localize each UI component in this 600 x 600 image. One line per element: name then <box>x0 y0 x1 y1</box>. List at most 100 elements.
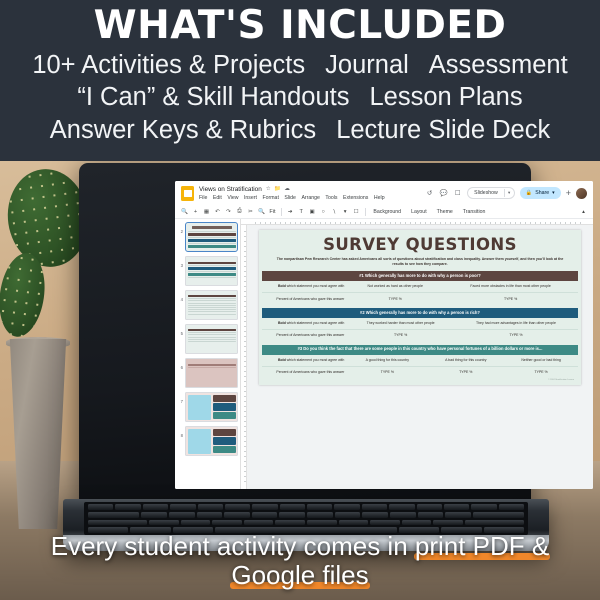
slide-title[interactable]: SURVEY QUESTIONS <box>262 235 578 254</box>
transition-button[interactable]: Transition <box>460 209 489 215</box>
chevron-down-icon[interactable]: ▾ <box>552 190 555 196</box>
version-history-icon[interactable]: ↺ <box>425 189 434 198</box>
comment-add-icon[interactable]: ☐ <box>353 209 360 215</box>
answer-option[interactable]: A good thing for this country <box>347 354 428 367</box>
app-body: 2 3 4 5 6 7 8 SURVEY QUESTIONS The nonpa… <box>175 219 593 489</box>
question-3-table[interactable]: Bold which statement you most agree with… <box>262 354 578 378</box>
shape-icon[interactable]: ○ <box>320 209 327 215</box>
promo-graphic: WHAT'S INCLUDED 10+ Activities & Project… <box>0 0 600 600</box>
question-2-heading[interactable]: #2 Which generally has more to do with w… <box>262 307 578 318</box>
feature-journal: Journal <box>325 50 409 79</box>
header-line-2: “I Can” & Skill Handouts Lesson Plans <box>0 81 600 114</box>
slide-thumbnail[interactable] <box>185 290 238 320</box>
menu-help[interactable]: Help <box>374 195 385 201</box>
select-icon[interactable]: ➔ <box>287 209 294 215</box>
slide-filmstrip[interactable]: 2 3 4 5 6 7 8 <box>175 219 241 489</box>
slideshow-button[interactable]: Slideshow ▾ <box>467 187 515 199</box>
menu-edit[interactable]: Edit <box>213 195 222 201</box>
feature-answer-keys: Answer Keys & Rubrics <box>49 116 317 145</box>
slide-thumbnail[interactable] <box>185 256 238 286</box>
add-slide-icon[interactable]: + <box>192 209 199 215</box>
star-icon[interactable]: ☆ <box>266 186 271 192</box>
slide-thumbnail[interactable] <box>185 392 238 422</box>
percent-input[interactable]: TYPE % <box>427 366 504 378</box>
menu-tools[interactable]: Tools <box>325 195 337 201</box>
menu-format[interactable]: Format <box>262 195 278 201</box>
slide-thumbnail[interactable] <box>185 358 238 388</box>
table-row: Percent of Americans who gave this answe… <box>262 366 578 378</box>
search-icon[interactable]: 🔍 <box>181 209 188 215</box>
slide-intro-text[interactable]: The nonpartisan Pew Research Center has … <box>262 257 578 267</box>
filmstrip-slide-6[interactable]: 6 <box>177 358 238 388</box>
paint-format-icon[interactable]: ✂ <box>247 209 254 215</box>
menu-file[interactable]: File <box>199 195 207 201</box>
line-icon[interactable]: ∖ <box>331 209 338 215</box>
slide-canvas-area[interactable]: SURVEY QUESTIONS The nonpartisan Pew Res… <box>247 225 593 489</box>
percent-input[interactable]: TYPE % <box>347 366 427 378</box>
bold-instruction-rest: which statement you most agree with <box>285 284 345 289</box>
filmstrip-slide-4[interactable]: 4 <box>177 290 238 320</box>
slide-thumbnail[interactable] <box>185 426 238 456</box>
layout-icon[interactable]: ▦ <box>203 209 210 215</box>
filmstrip-slide-8[interactable]: 8 <box>177 426 238 456</box>
undo-icon[interactable]: ↶ <box>214 209 221 215</box>
slide-thumbnail[interactable] <box>185 324 238 354</box>
filmstrip-slide-5[interactable]: 5 <box>177 324 238 354</box>
document-title-row: Views on Stratification ☆ 📁 ☁ <box>199 186 420 193</box>
filmstrip-slide-2[interactable]: 2 <box>177 222 238 252</box>
table-row: Percent of Americans who gave this answe… <box>262 293 578 305</box>
percent-input[interactable]: TYPE % <box>347 330 454 342</box>
bold-instruction-label: Bold which statement you most agree with <box>262 318 348 331</box>
percent-input[interactable]: TYPE % <box>454 330 578 342</box>
question-3-heading[interactable]: #3 Do you think the fact that there are … <box>262 344 578 355</box>
image-icon[interactable]: ▣ <box>309 209 316 215</box>
header-banner: WHAT'S INCLUDED 10+ Activities & Project… <box>0 0 600 161</box>
cloud-saved-icon[interactable]: ☁ <box>284 186 289 192</box>
question-1-table[interactable]: Bold which statement you most agree with… <box>262 281 578 304</box>
slide-number: 3 <box>180 263 183 268</box>
layout-button[interactable]: Layout <box>408 209 430 215</box>
move-to-folder-icon[interactable]: 📁 <box>274 186 281 192</box>
collapse-toolbar-icon[interactable]: ▴ <box>580 209 587 215</box>
current-slide[interactable]: SURVEY QUESTIONS The nonpartisan Pew Res… <box>259 230 581 385</box>
fit-icon[interactable]: Fit <box>269 209 276 215</box>
menu-insert[interactable]: Insert <box>244 195 257 201</box>
meet-icon[interactable]: ☐ <box>453 189 462 198</box>
percent-input[interactable]: TYPE % <box>504 366 578 378</box>
chevron-down-icon[interactable]: ▾ <box>342 209 349 215</box>
menu-arrange[interactable]: Arrange <box>301 195 319 201</box>
filmstrip-slide-3[interactable]: 3 <box>177 256 238 286</box>
filmstrip-slide-7[interactable]: 7 <box>177 392 238 422</box>
text-box-icon[interactable]: T <box>298 209 305 215</box>
percent-input[interactable]: TYPE % <box>347 293 443 305</box>
zoom-icon[interactable]: 🔍 <box>258 209 265 215</box>
menu-slide[interactable]: Slide <box>284 195 296 201</box>
add-icon[interactable]: + <box>566 188 571 198</box>
menu-view[interactable]: View <box>227 195 238 201</box>
answer-option[interactable]: Neither good or bad thing <box>504 354 578 367</box>
answer-option[interactable]: They worked harder than most other peopl… <box>347 318 454 331</box>
comment-icon[interactable]: 💬 <box>439 189 448 198</box>
answer-option[interactable]: They had more advantages in life than ot… <box>453 318 578 331</box>
menu-extensions[interactable]: Extensions <box>343 195 368 201</box>
question-2-table[interactable]: Bold which statement you most agree with… <box>262 318 578 341</box>
redo-icon[interactable]: ↷ <box>225 209 232 215</box>
question-1-heading[interactable]: #1 Which generally has more to do with w… <box>262 271 578 282</box>
answer-option[interactable]: A bad thing for this country <box>427 354 505 367</box>
theme-button[interactable]: Theme <box>434 209 456 215</box>
background-button[interactable]: Background <box>370 209 404 215</box>
slides-logo-icon <box>181 185 194 201</box>
avatar[interactable] <box>576 187 587 199</box>
slide-thumbnail[interactable] <box>185 222 238 252</box>
vertical-ruler <box>241 225 247 489</box>
menubar: File Edit View Insert Format Slide Arran… <box>199 195 420 201</box>
answer-option[interactable]: Not worked as hard as other people <box>347 281 444 294</box>
chevron-down-icon[interactable]: ▾ <box>505 190 514 196</box>
answer-option[interactable]: Faced more obstacles in life than most o… <box>443 281 578 294</box>
percent-input[interactable]: TYPE % <box>443 293 578 305</box>
bottom-line-2: Google files <box>230 561 370 590</box>
document-title[interactable]: Views on Stratification <box>199 186 262 193</box>
print-icon[interactable]: ⎙ <box>236 208 243 215</box>
header-line-3: Answer Keys & Rubrics Lecture Slide Deck <box>0 114 600 147</box>
share-button[interactable]: 🔒 Share ▾ <box>519 187 561 199</box>
